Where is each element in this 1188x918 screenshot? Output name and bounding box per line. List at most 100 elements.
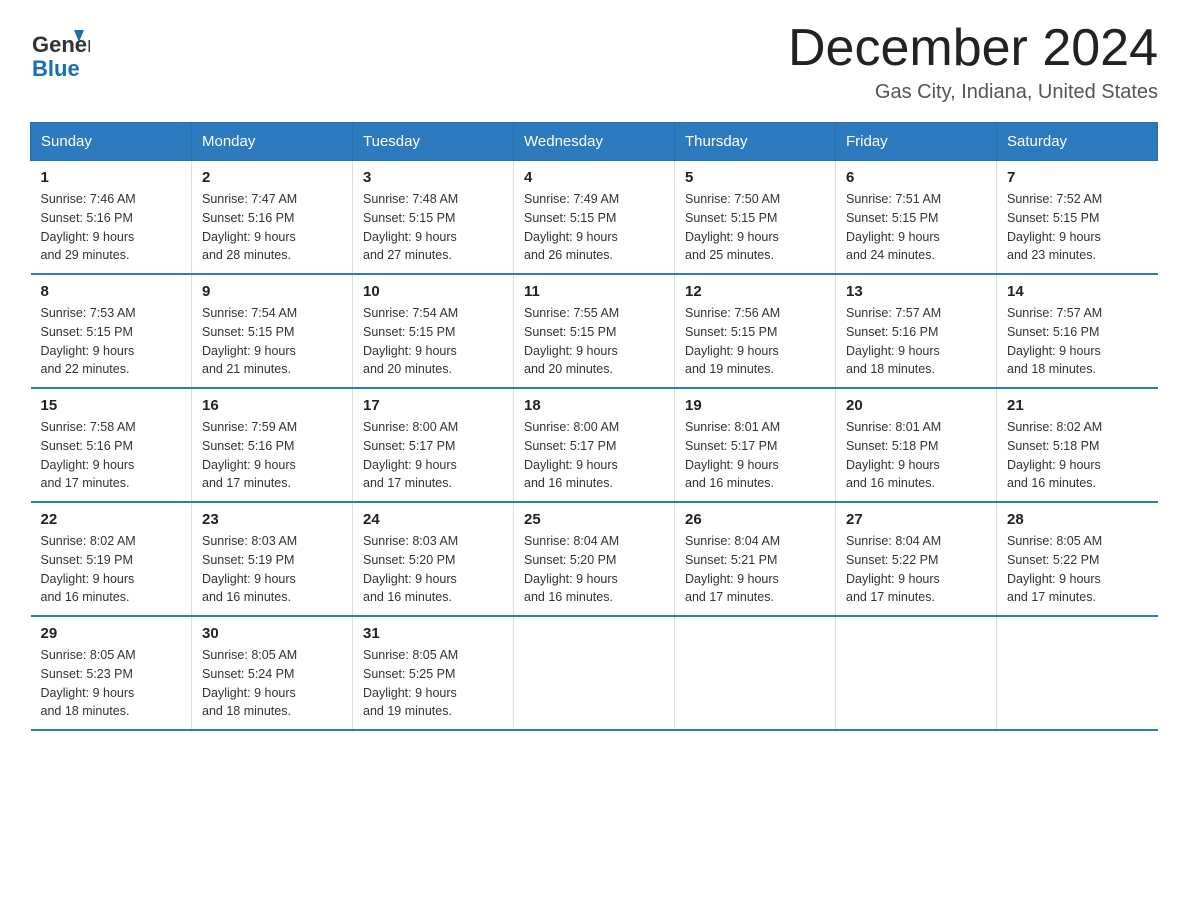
- week-row-5: 29 Sunrise: 8:05 AM Sunset: 5:23 PM Dayl…: [31, 616, 1158, 730]
- day-number: 6: [846, 169, 986, 186]
- day-number: 29: [41, 625, 182, 642]
- day-number: 4: [524, 169, 664, 186]
- header-tuesday: Tuesday: [353, 123, 514, 161]
- day-number: 18: [524, 397, 664, 414]
- day-number: 1: [41, 169, 182, 186]
- header-thursday: Thursday: [675, 123, 836, 161]
- header-wednesday: Wednesday: [514, 123, 675, 161]
- day-info: Sunrise: 7:46 AM Sunset: 5:16 PM Dayligh…: [41, 190, 182, 265]
- calendar-cell: 8 Sunrise: 7:53 AM Sunset: 5:15 PM Dayli…: [31, 274, 192, 388]
- day-info: Sunrise: 8:05 AM Sunset: 5:22 PM Dayligh…: [1007, 532, 1148, 607]
- title-section: December 2024 Gas City, Indiana, United …: [788, 20, 1158, 104]
- day-number: 19: [685, 397, 825, 414]
- calendar-cell: 31 Sunrise: 8:05 AM Sunset: 5:25 PM Dayl…: [353, 616, 514, 730]
- header-friday: Friday: [836, 123, 997, 161]
- day-info: Sunrise: 8:05 AM Sunset: 5:24 PM Dayligh…: [202, 646, 342, 721]
- calendar-cell: 14 Sunrise: 7:57 AM Sunset: 5:16 PM Dayl…: [997, 274, 1158, 388]
- calendar-cell: 25 Sunrise: 8:04 AM Sunset: 5:20 PM Dayl…: [514, 502, 675, 616]
- day-info: Sunrise: 8:03 AM Sunset: 5:19 PM Dayligh…: [202, 532, 342, 607]
- header-monday: Monday: [192, 123, 353, 161]
- day-info: Sunrise: 8:00 AM Sunset: 5:17 PM Dayligh…: [524, 418, 664, 493]
- day-info: Sunrise: 7:59 AM Sunset: 5:16 PM Dayligh…: [202, 418, 342, 493]
- day-info: Sunrise: 7:57 AM Sunset: 5:16 PM Dayligh…: [846, 304, 986, 379]
- day-info: Sunrise: 7:51 AM Sunset: 5:15 PM Dayligh…: [846, 190, 986, 265]
- location-title: Gas City, Indiana, United States: [788, 81, 1158, 104]
- calendar-cell: 26 Sunrise: 8:04 AM Sunset: 5:21 PM Dayl…: [675, 502, 836, 616]
- calendar-cell: [997, 616, 1158, 730]
- day-number: 28: [1007, 511, 1148, 528]
- day-number: 13: [846, 283, 986, 300]
- day-info: Sunrise: 7:47 AM Sunset: 5:16 PM Dayligh…: [202, 190, 342, 265]
- calendar-cell: 2 Sunrise: 7:47 AM Sunset: 5:16 PM Dayli…: [192, 161, 353, 275]
- day-number: 8: [41, 283, 182, 300]
- day-info: Sunrise: 7:48 AM Sunset: 5:15 PM Dayligh…: [363, 190, 503, 265]
- week-row-3: 15 Sunrise: 7:58 AM Sunset: 5:16 PM Dayl…: [31, 388, 1158, 502]
- day-info: Sunrise: 8:04 AM Sunset: 5:22 PM Dayligh…: [846, 532, 986, 607]
- calendar-cell: 1 Sunrise: 7:46 AM Sunset: 5:16 PM Dayli…: [31, 161, 192, 275]
- day-info: Sunrise: 8:02 AM Sunset: 5:18 PM Dayligh…: [1007, 418, 1148, 493]
- day-number: 26: [685, 511, 825, 528]
- calendar-cell: 23 Sunrise: 8:03 AM Sunset: 5:19 PM Dayl…: [192, 502, 353, 616]
- day-number: 17: [363, 397, 503, 414]
- day-info: Sunrise: 7:49 AM Sunset: 5:15 PM Dayligh…: [524, 190, 664, 265]
- page-header: General Blue December 2024 Gas City, Ind…: [30, 20, 1158, 104]
- day-number: 9: [202, 283, 342, 300]
- day-number: 31: [363, 625, 503, 642]
- calendar-cell: 7 Sunrise: 7:52 AM Sunset: 5:15 PM Dayli…: [997, 161, 1158, 275]
- day-number: 27: [846, 511, 986, 528]
- day-number: 30: [202, 625, 342, 642]
- logo-icon: General Blue: [30, 20, 90, 80]
- day-number: 12: [685, 283, 825, 300]
- header-sunday: Sunday: [31, 123, 192, 161]
- day-info: Sunrise: 7:56 AM Sunset: 5:15 PM Dayligh…: [685, 304, 825, 379]
- day-info: Sunrise: 8:05 AM Sunset: 5:25 PM Dayligh…: [363, 646, 503, 721]
- calendar-cell: 20 Sunrise: 8:01 AM Sunset: 5:18 PM Dayl…: [836, 388, 997, 502]
- calendar-cell: 22 Sunrise: 8:02 AM Sunset: 5:19 PM Dayl…: [31, 502, 192, 616]
- week-row-4: 22 Sunrise: 8:02 AM Sunset: 5:19 PM Dayl…: [31, 502, 1158, 616]
- calendar-cell: 19 Sunrise: 8:01 AM Sunset: 5:17 PM Dayl…: [675, 388, 836, 502]
- logo: General Blue: [30, 20, 90, 80]
- day-info: Sunrise: 8:04 AM Sunset: 5:20 PM Dayligh…: [524, 532, 664, 607]
- calendar-cell: 29 Sunrise: 8:05 AM Sunset: 5:23 PM Dayl…: [31, 616, 192, 730]
- day-info: Sunrise: 8:02 AM Sunset: 5:19 PM Dayligh…: [41, 532, 182, 607]
- week-row-1: 1 Sunrise: 7:46 AM Sunset: 5:16 PM Dayli…: [31, 161, 1158, 275]
- day-info: Sunrise: 7:58 AM Sunset: 5:16 PM Dayligh…: [41, 418, 182, 493]
- calendar-cell: 13 Sunrise: 7:57 AM Sunset: 5:16 PM Dayl…: [836, 274, 997, 388]
- day-number: 14: [1007, 283, 1148, 300]
- calendar-cell: 30 Sunrise: 8:05 AM Sunset: 5:24 PM Dayl…: [192, 616, 353, 730]
- day-number: 3: [363, 169, 503, 186]
- calendar-cell: 11 Sunrise: 7:55 AM Sunset: 5:15 PM Dayl…: [514, 274, 675, 388]
- day-number: 5: [685, 169, 825, 186]
- week-row-2: 8 Sunrise: 7:53 AM Sunset: 5:15 PM Dayli…: [31, 274, 1158, 388]
- day-info: Sunrise: 7:53 AM Sunset: 5:15 PM Dayligh…: [41, 304, 182, 379]
- calendar-cell: [514, 616, 675, 730]
- day-info: Sunrise: 8:05 AM Sunset: 5:23 PM Dayligh…: [41, 646, 182, 721]
- calendar-cell: 16 Sunrise: 7:59 AM Sunset: 5:16 PM Dayl…: [192, 388, 353, 502]
- day-number: 10: [363, 283, 503, 300]
- calendar-cell: 5 Sunrise: 7:50 AM Sunset: 5:15 PM Dayli…: [675, 161, 836, 275]
- day-info: Sunrise: 8:03 AM Sunset: 5:20 PM Dayligh…: [363, 532, 503, 607]
- day-number: 21: [1007, 397, 1148, 414]
- day-number: 15: [41, 397, 182, 414]
- calendar-cell: 24 Sunrise: 8:03 AM Sunset: 5:20 PM Dayl…: [353, 502, 514, 616]
- day-info: Sunrise: 7:50 AM Sunset: 5:15 PM Dayligh…: [685, 190, 825, 265]
- day-number: 20: [846, 397, 986, 414]
- calendar-cell: 12 Sunrise: 7:56 AM Sunset: 5:15 PM Dayl…: [675, 274, 836, 388]
- calendar-cell: 10 Sunrise: 7:54 AM Sunset: 5:15 PM Dayl…: [353, 274, 514, 388]
- calendar-cell: 4 Sunrise: 7:49 AM Sunset: 5:15 PM Dayli…: [514, 161, 675, 275]
- calendar-cell: 15 Sunrise: 7:58 AM Sunset: 5:16 PM Dayl…: [31, 388, 192, 502]
- day-info: Sunrise: 8:01 AM Sunset: 5:17 PM Dayligh…: [685, 418, 825, 493]
- calendar-cell: [675, 616, 836, 730]
- calendar-cell: 3 Sunrise: 7:48 AM Sunset: 5:15 PM Dayli…: [353, 161, 514, 275]
- calendar-header-row: SundayMondayTuesdayWednesdayThursdayFrid…: [31, 123, 1158, 161]
- header-saturday: Saturday: [997, 123, 1158, 161]
- calendar-cell: 6 Sunrise: 7:51 AM Sunset: 5:15 PM Dayli…: [836, 161, 997, 275]
- day-info: Sunrise: 7:55 AM Sunset: 5:15 PM Dayligh…: [524, 304, 664, 379]
- day-info: Sunrise: 7:52 AM Sunset: 5:15 PM Dayligh…: [1007, 190, 1148, 265]
- calendar-cell: 18 Sunrise: 8:00 AM Sunset: 5:17 PM Dayl…: [514, 388, 675, 502]
- calendar-cell: 28 Sunrise: 8:05 AM Sunset: 5:22 PM Dayl…: [997, 502, 1158, 616]
- day-number: 22: [41, 511, 182, 528]
- day-info: Sunrise: 8:04 AM Sunset: 5:21 PM Dayligh…: [685, 532, 825, 607]
- calendar-cell: [836, 616, 997, 730]
- day-number: 24: [363, 511, 503, 528]
